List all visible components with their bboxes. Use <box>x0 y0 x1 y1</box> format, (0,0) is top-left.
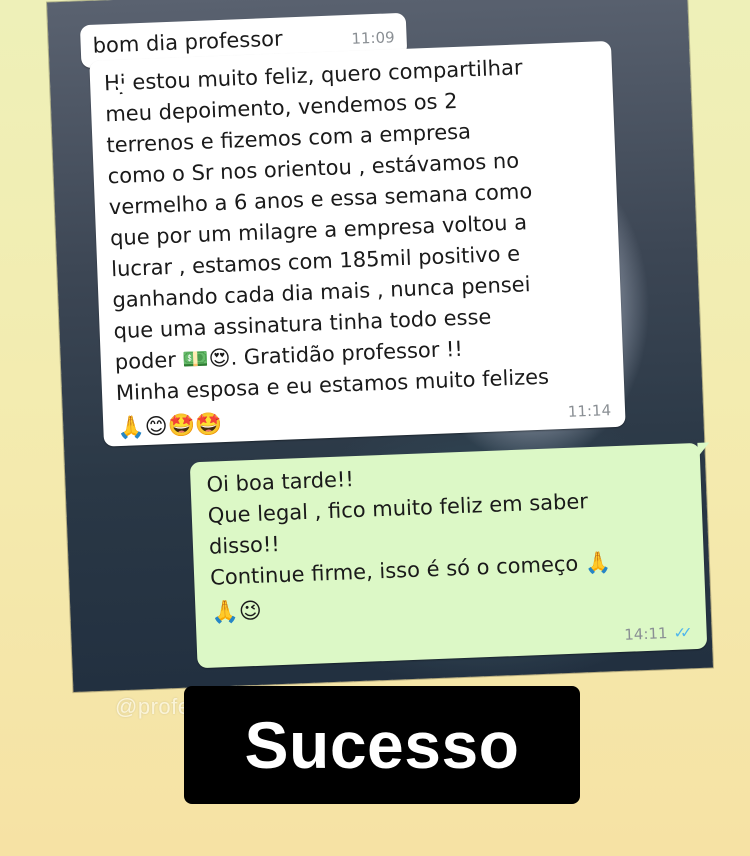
message-timestamp: 11:09 <box>351 27 395 48</box>
banner-text: Sucesso <box>244 708 520 782</box>
chat-screenshot: bom dia professor 11:09 Hj estou muito f… <box>46 0 714 693</box>
message-timestamp: 11:14 <box>567 401 612 421</box>
message-bubble-incoming[interactable]: Hj estou muito feliz, quero compartilhar… <box>89 40 626 447</box>
message-meta: 14:11 ✓✓ <box>623 623 693 644</box>
caption-banner: Sucesso <box>184 686 580 804</box>
double-check-read-icon: ✓✓ <box>673 623 687 642</box>
bubble-tail <box>697 442 710 457</box>
bubble-tail <box>114 83 127 99</box>
message-bubble-outgoing[interactable]: Oi boa tarde!! Que legal , fico muito fe… <box>189 442 710 669</box>
message-timestamp: 14:11 <box>623 624 668 644</box>
watermark-handle: @profe <box>115 694 191 719</box>
